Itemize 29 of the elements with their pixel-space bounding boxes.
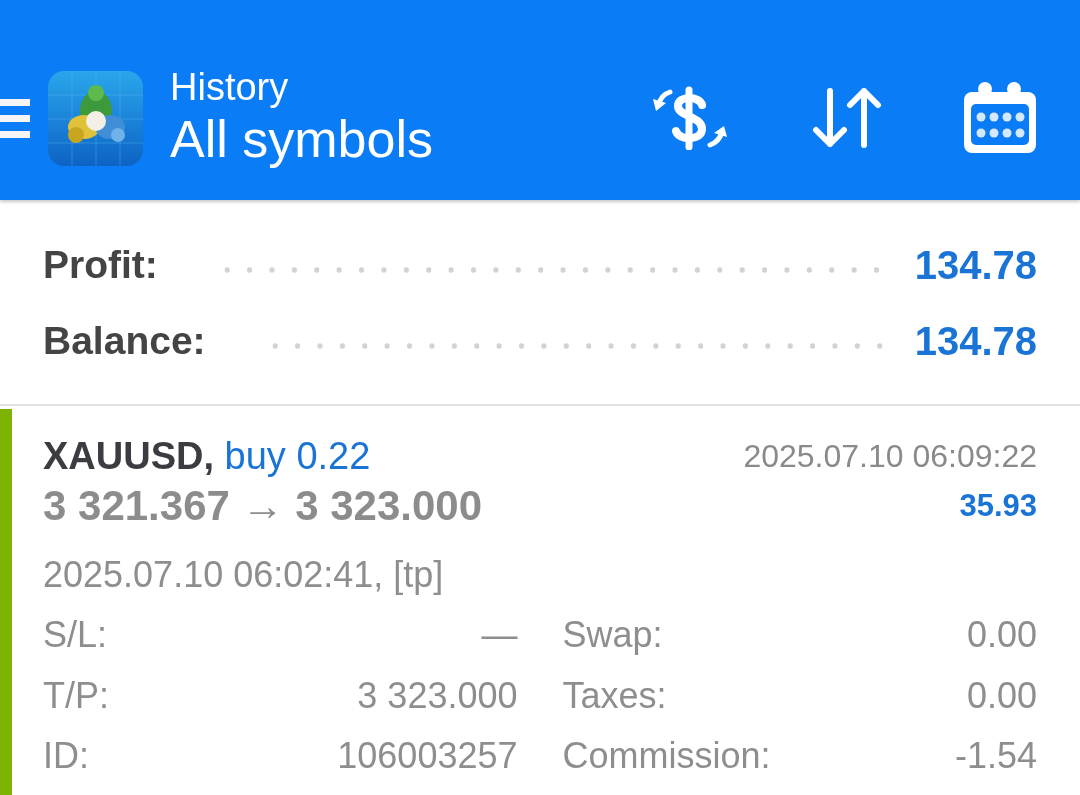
- detail-label: ID:: [43, 735, 89, 778]
- menu-icon[interactable]: [0, 98, 30, 138]
- deal-open-info: 2025.07.10 06:02:41, [tp]: [43, 555, 445, 595]
- sort-arrows-icon[interactable]: [812, 88, 882, 148]
- summary-value: 134.78: [914, 242, 1037, 288]
- calendar-icon[interactable]: [963, 82, 1037, 154]
- deal-close-time: 2025.07.10 06:09:22: [743, 437, 1037, 475]
- dollar-exchange-icon[interactable]: [652, 86, 728, 150]
- detail-label: S/L:: [43, 614, 108, 657]
- detail-value: 0.00: [966, 674, 1037, 717]
- deal-symbol: XAUUSD,: [43, 434, 215, 477]
- screen-subtitle[interactable]: All symbols: [170, 108, 433, 170]
- app-logo-icon: [48, 70, 143, 166]
- detail-label: Swap:: [562, 614, 663, 657]
- summary-value: 134.78: [914, 318, 1037, 364]
- detail-label: Taxes:: [562, 674, 667, 717]
- detail-label: Commission:: [562, 735, 771, 778]
- detail-value: 106003257: [337, 735, 518, 778]
- deal-prices: 3 321.367 → 3 323.000: [43, 482, 483, 530]
- detail-value: 0.00: [966, 614, 1037, 657]
- summary-label: Balance:: [43, 319, 206, 363]
- detail-value: —: [481, 614, 518, 657]
- deal-action: buy 0.22: [224, 434, 371, 477]
- detail-value: 3 323.000: [357, 674, 518, 717]
- screen-title: History: [170, 66, 289, 108]
- deal-profit: 35.93: [959, 488, 1037, 524]
- summary-label: Profit:: [43, 243, 158, 287]
- detail-label: T/P:: [43, 674, 109, 717]
- detail-value: -1.54: [954, 735, 1037, 778]
